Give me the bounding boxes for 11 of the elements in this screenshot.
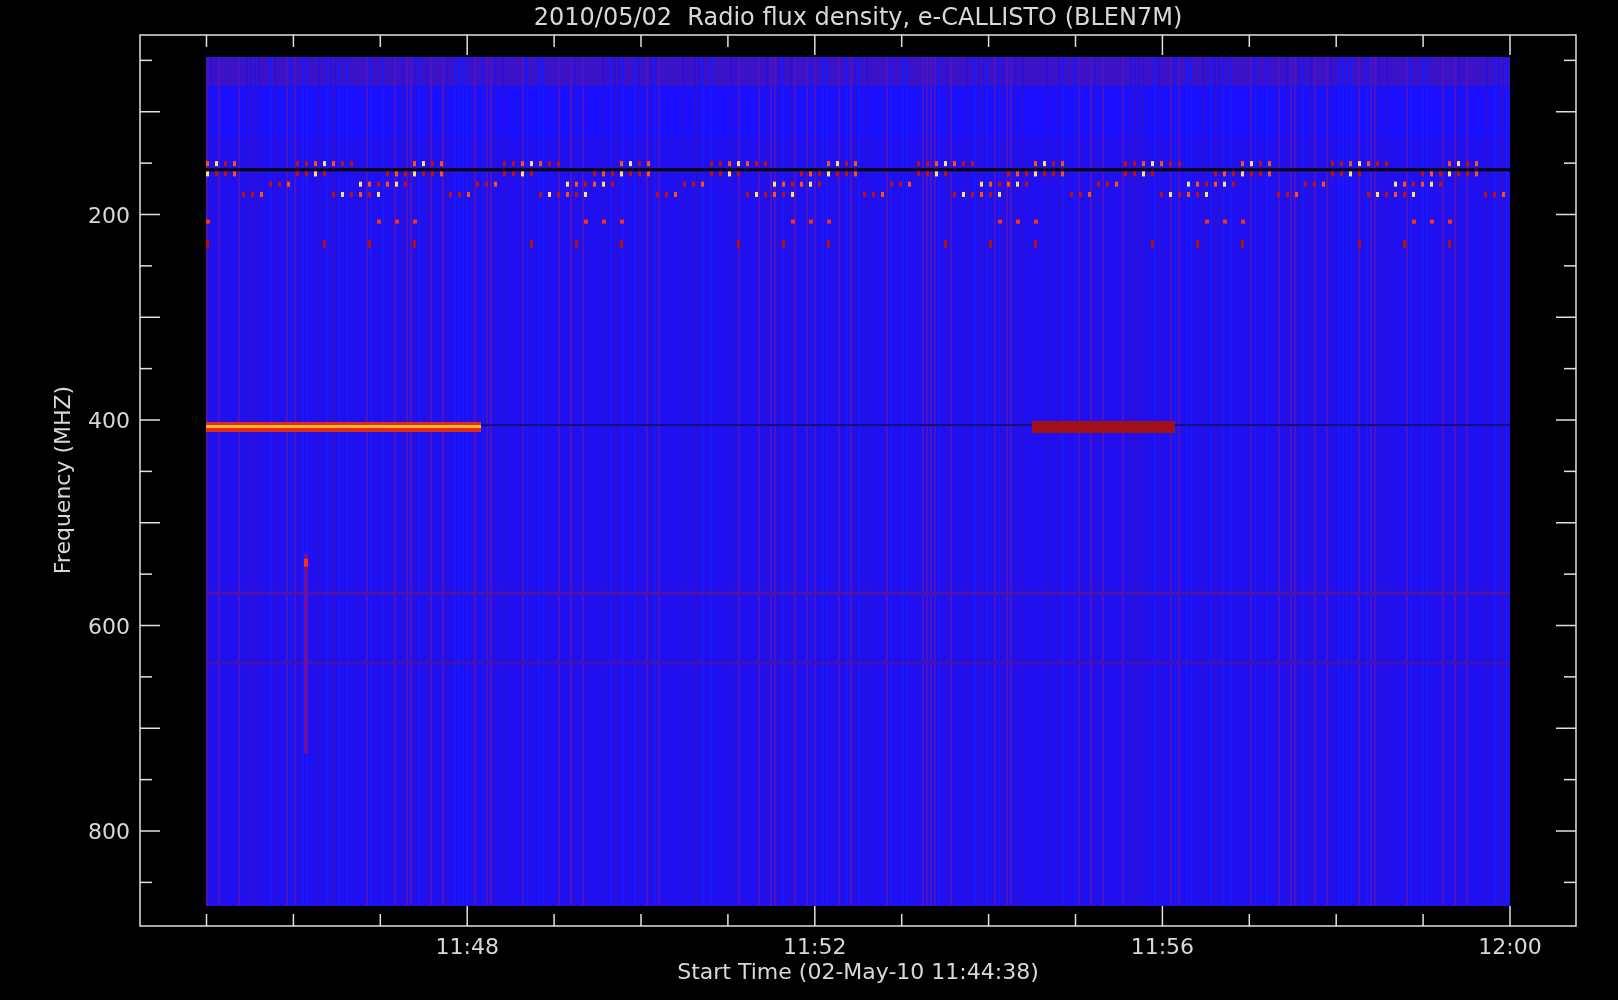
x-tick-label: 11:56 [1130, 934, 1195, 959]
y-tick-label: 400 [88, 408, 130, 433]
y-tick-label: 600 [88, 613, 130, 639]
y-axis-label: Frequency (MHZ) [50, 385, 75, 575]
x-tick-label: 11:52 [783, 934, 847, 959]
x-tick-label: 12:00 [1478, 934, 1542, 959]
plot-title: 2010/05/02 Radio flux density, e-CALLISTO (BLEN7M) [533, 3, 1183, 31]
y-tick-label: 800 [88, 819, 130, 844]
x-tick-label: 11:48 [435, 934, 499, 959]
x-axis-label: Start Time (02-May-10 11:44:38) [677, 959, 1039, 984]
y-tick-label: 200 [88, 202, 130, 228]
